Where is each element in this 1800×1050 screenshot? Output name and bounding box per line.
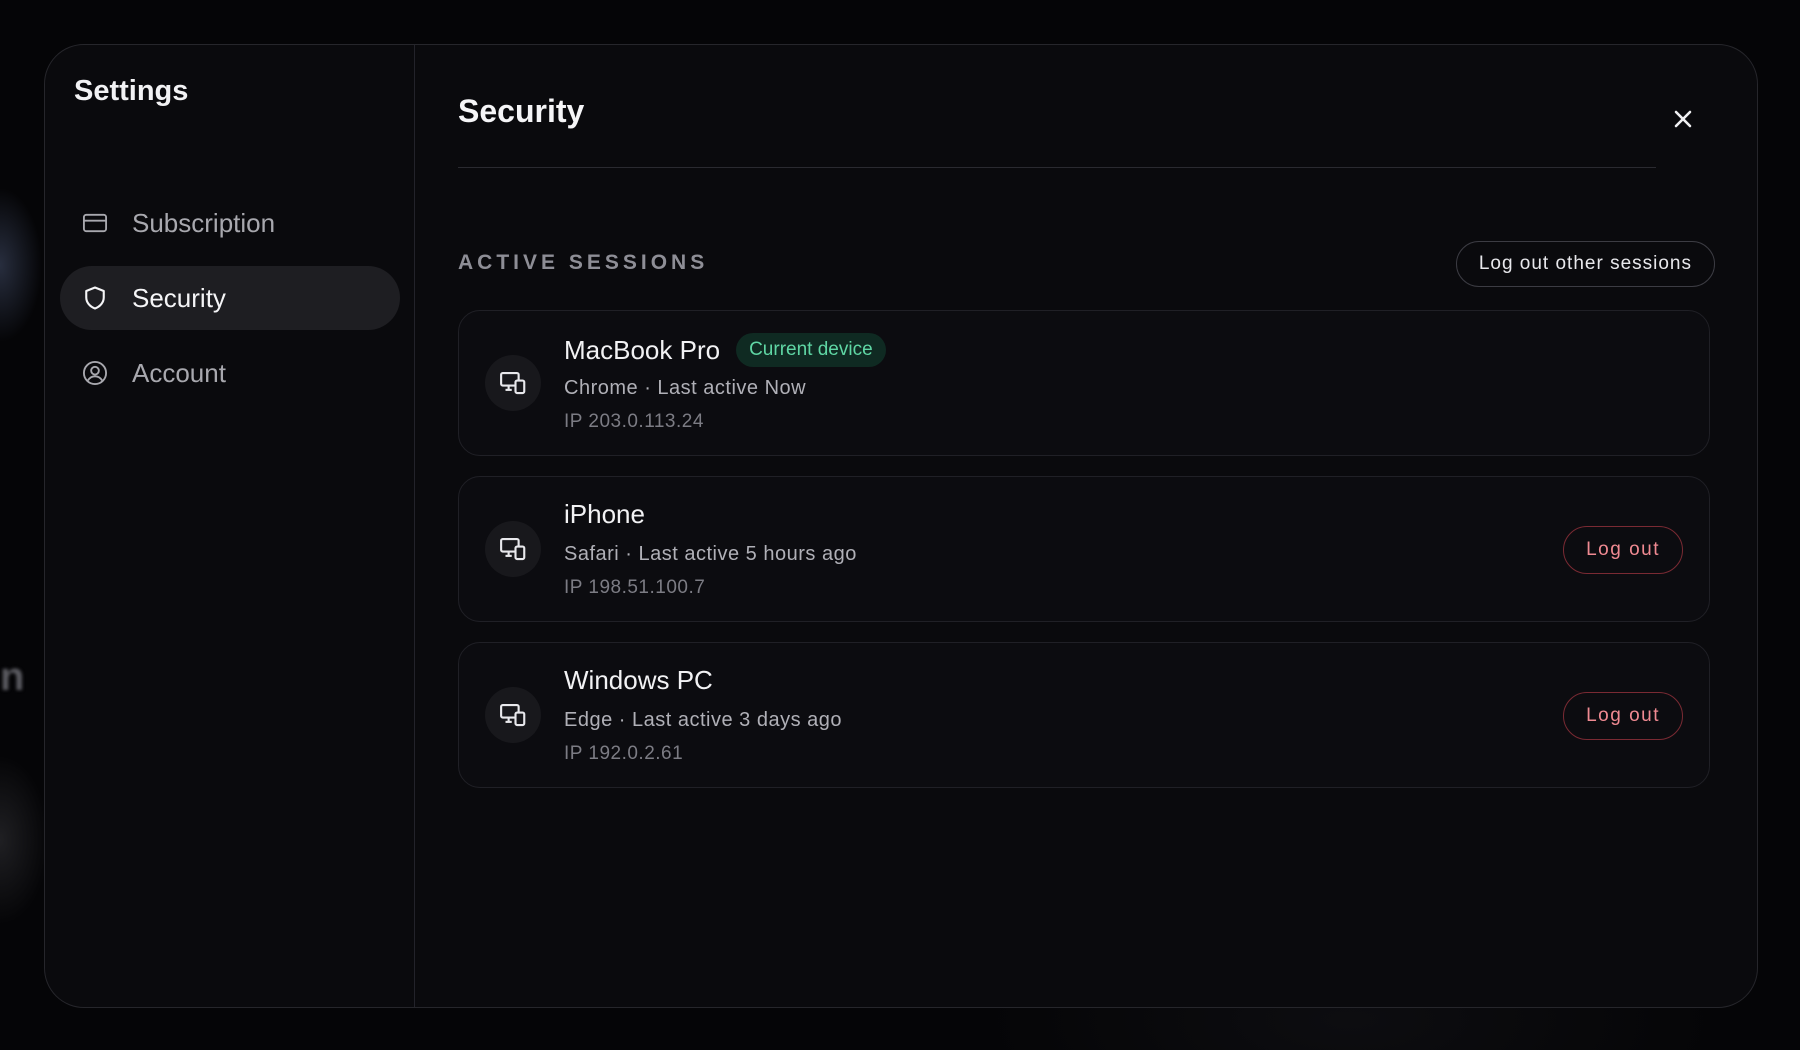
close-icon [1671, 107, 1695, 136]
session-device-name: MacBook Pro [564, 334, 721, 365]
sidebar-item-label: Security [132, 282, 226, 313]
logout-session-button[interactable]: Log out [1563, 526, 1683, 574]
session-name-row: iPhone [564, 499, 645, 530]
sidebar-nav: Subscription Security Account [60, 191, 400, 416]
settings-modal: Settings Subscription Security Account S… [44, 44, 1758, 1008]
session-meta: Safari · Last active 5 hours ago [564, 543, 857, 565]
session-meta: Edge · Last active 3 days ago [564, 709, 842, 731]
logout-other-sessions-button[interactable]: Log out other sessions [1455, 241, 1715, 287]
shield-icon [80, 283, 110, 313]
session-ip: IP 203.0.113.24 [564, 411, 704, 432]
session-ip: IP 192.0.2.61 [564, 743, 684, 764]
session-meta: Chrome · Last active Now [564, 377, 807, 399]
session-name-row: Windows PC [564, 665, 713, 696]
sidebar-item-security[interactable]: Security [60, 266, 400, 330]
devices-icon [485, 355, 541, 411]
current-device-badge: Current device [736, 333, 886, 367]
credit-card-icon [80, 208, 110, 238]
logout-session-button[interactable]: Log out [1563, 692, 1683, 740]
close-button[interactable] [1667, 105, 1699, 137]
sidebar-item-label: Subscription [132, 207, 276, 238]
sessions-list: MacBook Pro Current device Chrome · Last… [458, 310, 1710, 808]
session-device-name: Windows PC [564, 665, 713, 695]
sidebar-item-label: Account [132, 357, 226, 388]
session-ip: IP 198.51.100.7 [564, 577, 706, 598]
settings-sidebar: Settings Subscription Security Account [45, 45, 415, 1007]
session-card-windows-pc: Windows PC Edge · Last active 3 days ago… [458, 642, 1710, 788]
header-divider [458, 167, 1656, 168]
page-title: Security [458, 93, 585, 129]
user-circle-icon [80, 358, 110, 388]
session-card-iphone: iPhone Safari · Last active 5 hours ago … [458, 476, 1710, 622]
sidebar-item-account[interactable]: Account [60, 341, 400, 405]
devices-icon [485, 521, 541, 577]
sidebar-title: Settings [74, 75, 189, 107]
section-label-active-sessions: ACTIVE SESSIONS [458, 251, 709, 274]
session-card-macbook-pro: MacBook Pro Current device Chrome · Last… [458, 310, 1710, 456]
background-text-fragment: n [0, 655, 25, 699]
session-name-row: MacBook Pro Current device [564, 333, 886, 367]
devices-icon [485, 687, 541, 743]
security-panel: Security ACTIVE SESSIONS Log out other s… [415, 45, 1757, 1007]
session-device-name: iPhone [564, 499, 645, 529]
sidebar-item-subscription[interactable]: Subscription [60, 191, 400, 255]
